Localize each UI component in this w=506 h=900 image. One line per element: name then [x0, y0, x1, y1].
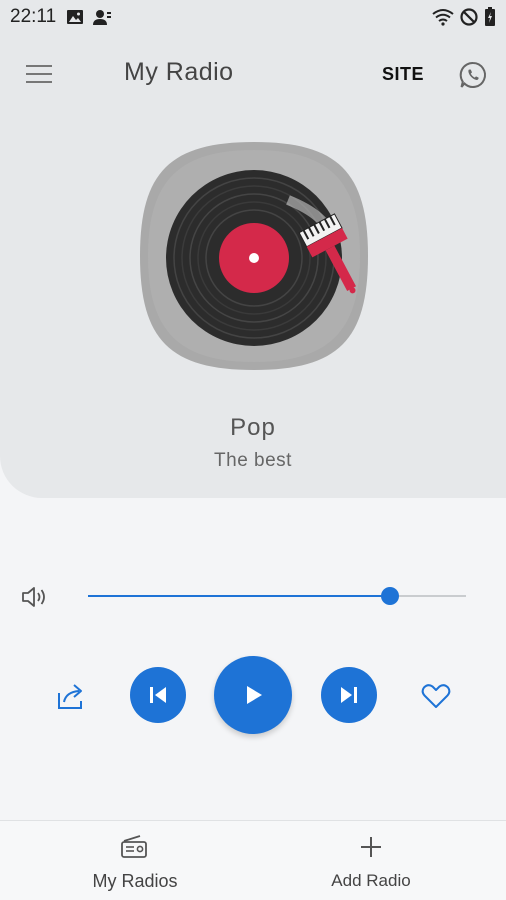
heart-icon: [421, 684, 451, 708]
plus-icon: [361, 837, 381, 857]
next-button[interactable]: [321, 667, 377, 723]
image-icon: [67, 10, 84, 24]
site-button[interactable]: SITE: [382, 64, 424, 85]
radio-icon: [121, 835, 147, 858]
app-title: My Radio: [124, 58, 234, 86]
volume-slider-fill: [88, 595, 391, 597]
favorite-button[interactable]: [420, 681, 452, 711]
hamburger-menu-icon: [26, 65, 52, 83]
vinyl-record-image: [140, 142, 368, 370]
play-button[interactable]: [214, 656, 292, 734]
battery-icon: [485, 7, 495, 26]
menu-button[interactable]: [24, 60, 54, 88]
status-bar: 22:11: [0, 0, 506, 34]
play-icon: [247, 686, 262, 704]
contact-icon: [93, 10, 112, 25]
skip-next-icon: [341, 687, 357, 703]
share-icon: [58, 684, 82, 709]
wifi-icon: [432, 9, 454, 26]
station-name: Pop: [230, 414, 276, 441]
volume-slider-thumb[interactable]: [381, 587, 400, 605]
station-subtitle: The best: [214, 450, 292, 471]
status-time: 22:11: [10, 6, 57, 27]
previous-button[interactable]: [130, 667, 186, 723]
whatsapp-icon: [459, 61, 486, 88]
bottom-navigation: My Radios Add Radio: [0, 820, 506, 900]
volume-slider[interactable]: [88, 587, 466, 605]
nav-add-radio[interactable]: Add Radio: [253, 821, 506, 900]
app-bar: My Radio SITE: [0, 48, 506, 100]
do-not-disturb-icon: [460, 8, 478, 26]
speaker-icon: [22, 587, 45, 607]
nav-add-radio-label: Add Radio: [331, 871, 411, 890]
share-button[interactable]: [54, 680, 88, 712]
station-artwork: [138, 140, 370, 372]
whatsapp-button[interactable]: [458, 60, 488, 90]
skip-previous-icon: [150, 687, 166, 703]
volume-button[interactable]: [20, 584, 52, 610]
